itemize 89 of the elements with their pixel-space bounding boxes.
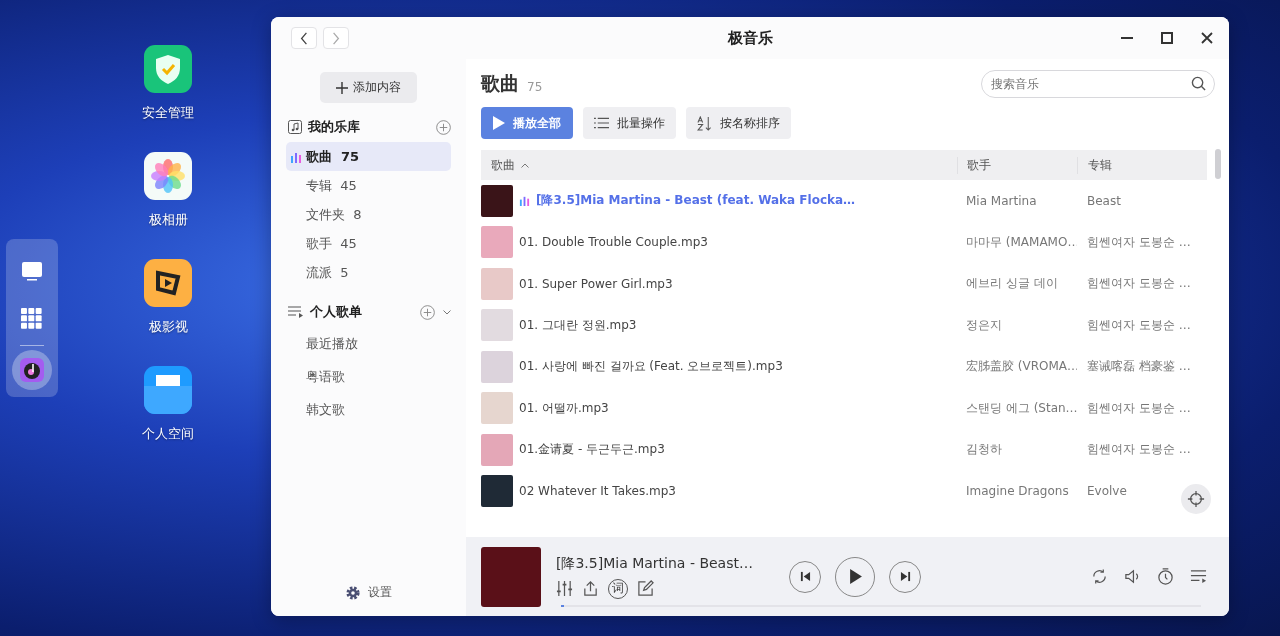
song-count: 75 <box>527 79 543 94</box>
album-name: 힘쎈여자 도봉순 … <box>1087 276 1191 291</box>
album-name: 힘쎈여자 도봉순 … <box>1087 442 1191 457</box>
music-note-icon <box>288 120 302 134</box>
crosshair-icon <box>1187 490 1205 508</box>
sort-button[interactable]: 按名称排序 <box>686 107 791 139</box>
play-all-button[interactable]: 播放全部 <box>481 107 573 139</box>
library-item[interactable]: 歌手 45 <box>286 229 451 258</box>
app-label[interactable]: 个人空间 <box>142 425 194 443</box>
skip-forward-icon <box>899 571 911 582</box>
close-icon[interactable] <box>1201 32 1213 44</box>
folder-app-icon[interactable] <box>144 366 192 414</box>
add-icon[interactable] <box>436 119 451 135</box>
column-header[interactable]: 歌曲 <box>491 156 515 174</box>
chevron-icon[interactable] <box>443 309 451 315</box>
volume-icon[interactable] <box>1124 568 1141 585</box>
film-app-icon[interactable] <box>144 259 192 307</box>
equalizer-icon <box>290 150 302 163</box>
maximize-icon[interactable] <box>1161 32 1173 44</box>
library-item[interactable]: 歌曲 75 <box>286 142 451 171</box>
library-item[interactable]: 流派 5 <box>286 258 451 287</box>
album-name: 힘쎈여자 도봉순 … <box>1087 317 1191 332</box>
repeat-icon[interactable] <box>1091 568 1108 585</box>
library-item[interactable]: 文件夹 8 <box>286 200 451 229</box>
timer-icon[interactable] <box>1157 568 1174 585</box>
chevron-right-icon <box>332 31 340 45</box>
song-title[interactable]: 02 Whatever It Takes.mp3 <box>519 484 676 499</box>
album-name: 힘쎈여자 도봉순 … <box>1087 234 1191 249</box>
playlist-icon <box>288 305 304 319</box>
section-title: 我的乐库 <box>308 118 360 136</box>
sort-up-icon[interactable] <box>521 162 529 168</box>
song-title[interactable]: 01. 사랑에 빠진 걸까요 (Feat. 오브로젝트).mp3 <box>519 358 783 376</box>
locate-button[interactable] <box>1181 484 1211 514</box>
search-icon[interactable] <box>1191 76 1206 91</box>
equalizer-icon[interactable] <box>556 580 573 597</box>
song-title[interactable]: 01. Double Trouble Couple.mp3 <box>519 235 708 250</box>
now-playing-title: [降3.5]Mia Martina - Beast… <box>556 554 754 573</box>
album-name: 힘쎈여자 도봉순 … <box>1087 400 1191 415</box>
app-label[interactable]: 安全管理 <box>142 104 194 122</box>
artist-name: 김청하 <box>966 442 1002 457</box>
app-label[interactable]: 极影视 <box>148 318 188 336</box>
album-name: Evolve <box>1087 484 1127 499</box>
sort-icon <box>697 115 712 131</box>
add-icon[interactable] <box>420 304 435 320</box>
play-icon <box>848 569 862 584</box>
artist-name: 宏胏盖胶 (VROMA… <box>966 359 1077 374</box>
scrollbar-thumb[interactable] <box>1215 149 1221 179</box>
equalizer-icon <box>519 195 530 207</box>
settings-button[interactable]: 设置 <box>339 583 398 602</box>
share-icon[interactable] <box>582 580 599 597</box>
artist-name: 스탠딩 에그 (Stan… <box>966 400 1077 415</box>
batch-button[interactable]: 批量操作 <box>583 107 676 139</box>
music-disc-icon[interactable] <box>12 350 52 390</box>
flower-app-icon[interactable] <box>144 152 192 200</box>
edit-icon[interactable] <box>637 580 654 597</box>
play-icon <box>493 116 505 130</box>
library-item[interactable]: 专辑 45 <box>286 171 451 200</box>
plus-icon <box>336 81 348 94</box>
window-title: 极音乐 <box>727 28 773 48</box>
list-icon <box>594 117 609 129</box>
playlist-item[interactable]: 粤语歌 <box>286 360 451 393</box>
playlist-item[interactable]: 最近播放 <box>286 327 451 360</box>
skip-back-icon <box>799 571 811 582</box>
artist-name: 마마무 (MAMAMO… <box>966 234 1077 249</box>
shield-app-icon[interactable] <box>144 45 192 93</box>
play-queue-icon[interactable] <box>1190 568 1207 585</box>
album-name: 塞诫喀磊 档豪鉴 … <box>1087 359 1191 374</box>
chevron-left-icon <box>300 31 308 45</box>
song-title[interactable]: 01. Super Power Girl.mp3 <box>519 276 673 291</box>
app-label[interactable]: 极相册 <box>148 211 188 229</box>
album-name: Beast <box>1087 193 1121 208</box>
song-title[interactable]: 01. 그대란 정원.mp3 <box>519 316 637 334</box>
artist-name: Imagine Dragons <box>966 484 1069 499</box>
add-content-button[interactable]: 添加内容 <box>320 72 417 103</box>
section-title: 个人歌单 <box>310 303 362 321</box>
artist-name: Mia Martina <box>966 193 1037 208</box>
column-header[interactable]: 歌手 <box>967 157 991 172</box>
back-button[interactable] <box>291 27 317 49</box>
page-title: 歌曲 <box>481 71 519 96</box>
song-title[interactable]: 01.金请夏 - 두근두근.mp3 <box>519 441 665 459</box>
artist-name: 정은지 <box>966 317 1002 332</box>
album-cover-placeholder <box>481 546 541 607</box>
settings-icon <box>345 584 361 601</box>
song-title[interactable]: 01. 어떨까.mp3 <box>519 399 609 417</box>
column-header[interactable]: 专辑 <box>1088 157 1112 172</box>
search-field[interactable]: 搜索音乐 <box>981 70 1215 98</box>
song-title[interactable]: [降3.5]Mia Martina - Beast (feat. Waka Flocka… <box>536 192 856 210</box>
artist-name: 에브리 싱글 데이 <box>966 276 1058 291</box>
playlist-item[interactable]: 韩文歌 <box>286 393 451 426</box>
